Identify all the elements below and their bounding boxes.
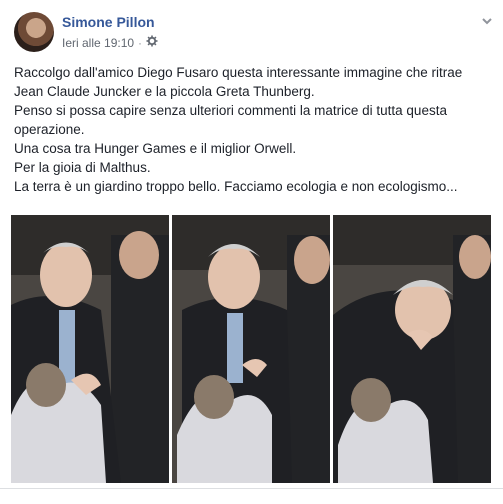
avatar[interactable] [14,12,54,52]
post-body: Raccolgo dall'amico Diego Fusaro questa … [14,63,494,196]
photo-frame-1 [11,215,169,483]
photo-frame-2 [172,215,330,483]
facebook-post: Simone Pillon Ieri alle 19:10 · Raccolgo… [0,0,503,504]
post-paragraph: Raccolgo dall'amico Diego Fusaro questa … [14,65,463,99]
divider [0,488,503,489]
post-timestamp[interactable]: Ieri alle 19:10 [62,36,134,50]
photo-frame-3 [333,215,491,483]
author-name[interactable]: Simone Pillon [62,14,155,30]
post-paragraph: Penso si possa capire senza ulteriori co… [14,103,447,137]
post-paragraph: La terra è un giardino troppo bello. Fac… [14,179,458,194]
chevron-down-icon[interactable] [480,14,494,28]
post-photo[interactable] [11,215,491,483]
post-meta: Ieri alle 19:10 · [62,35,158,50]
meta-separator: · [138,35,143,50]
gear-icon[interactable] [146,35,158,50]
post-paragraph: Per la gioia di Malthus. [14,160,151,175]
post-paragraph: Una cosa tra Hunger Games e il miglior O… [14,141,297,156]
